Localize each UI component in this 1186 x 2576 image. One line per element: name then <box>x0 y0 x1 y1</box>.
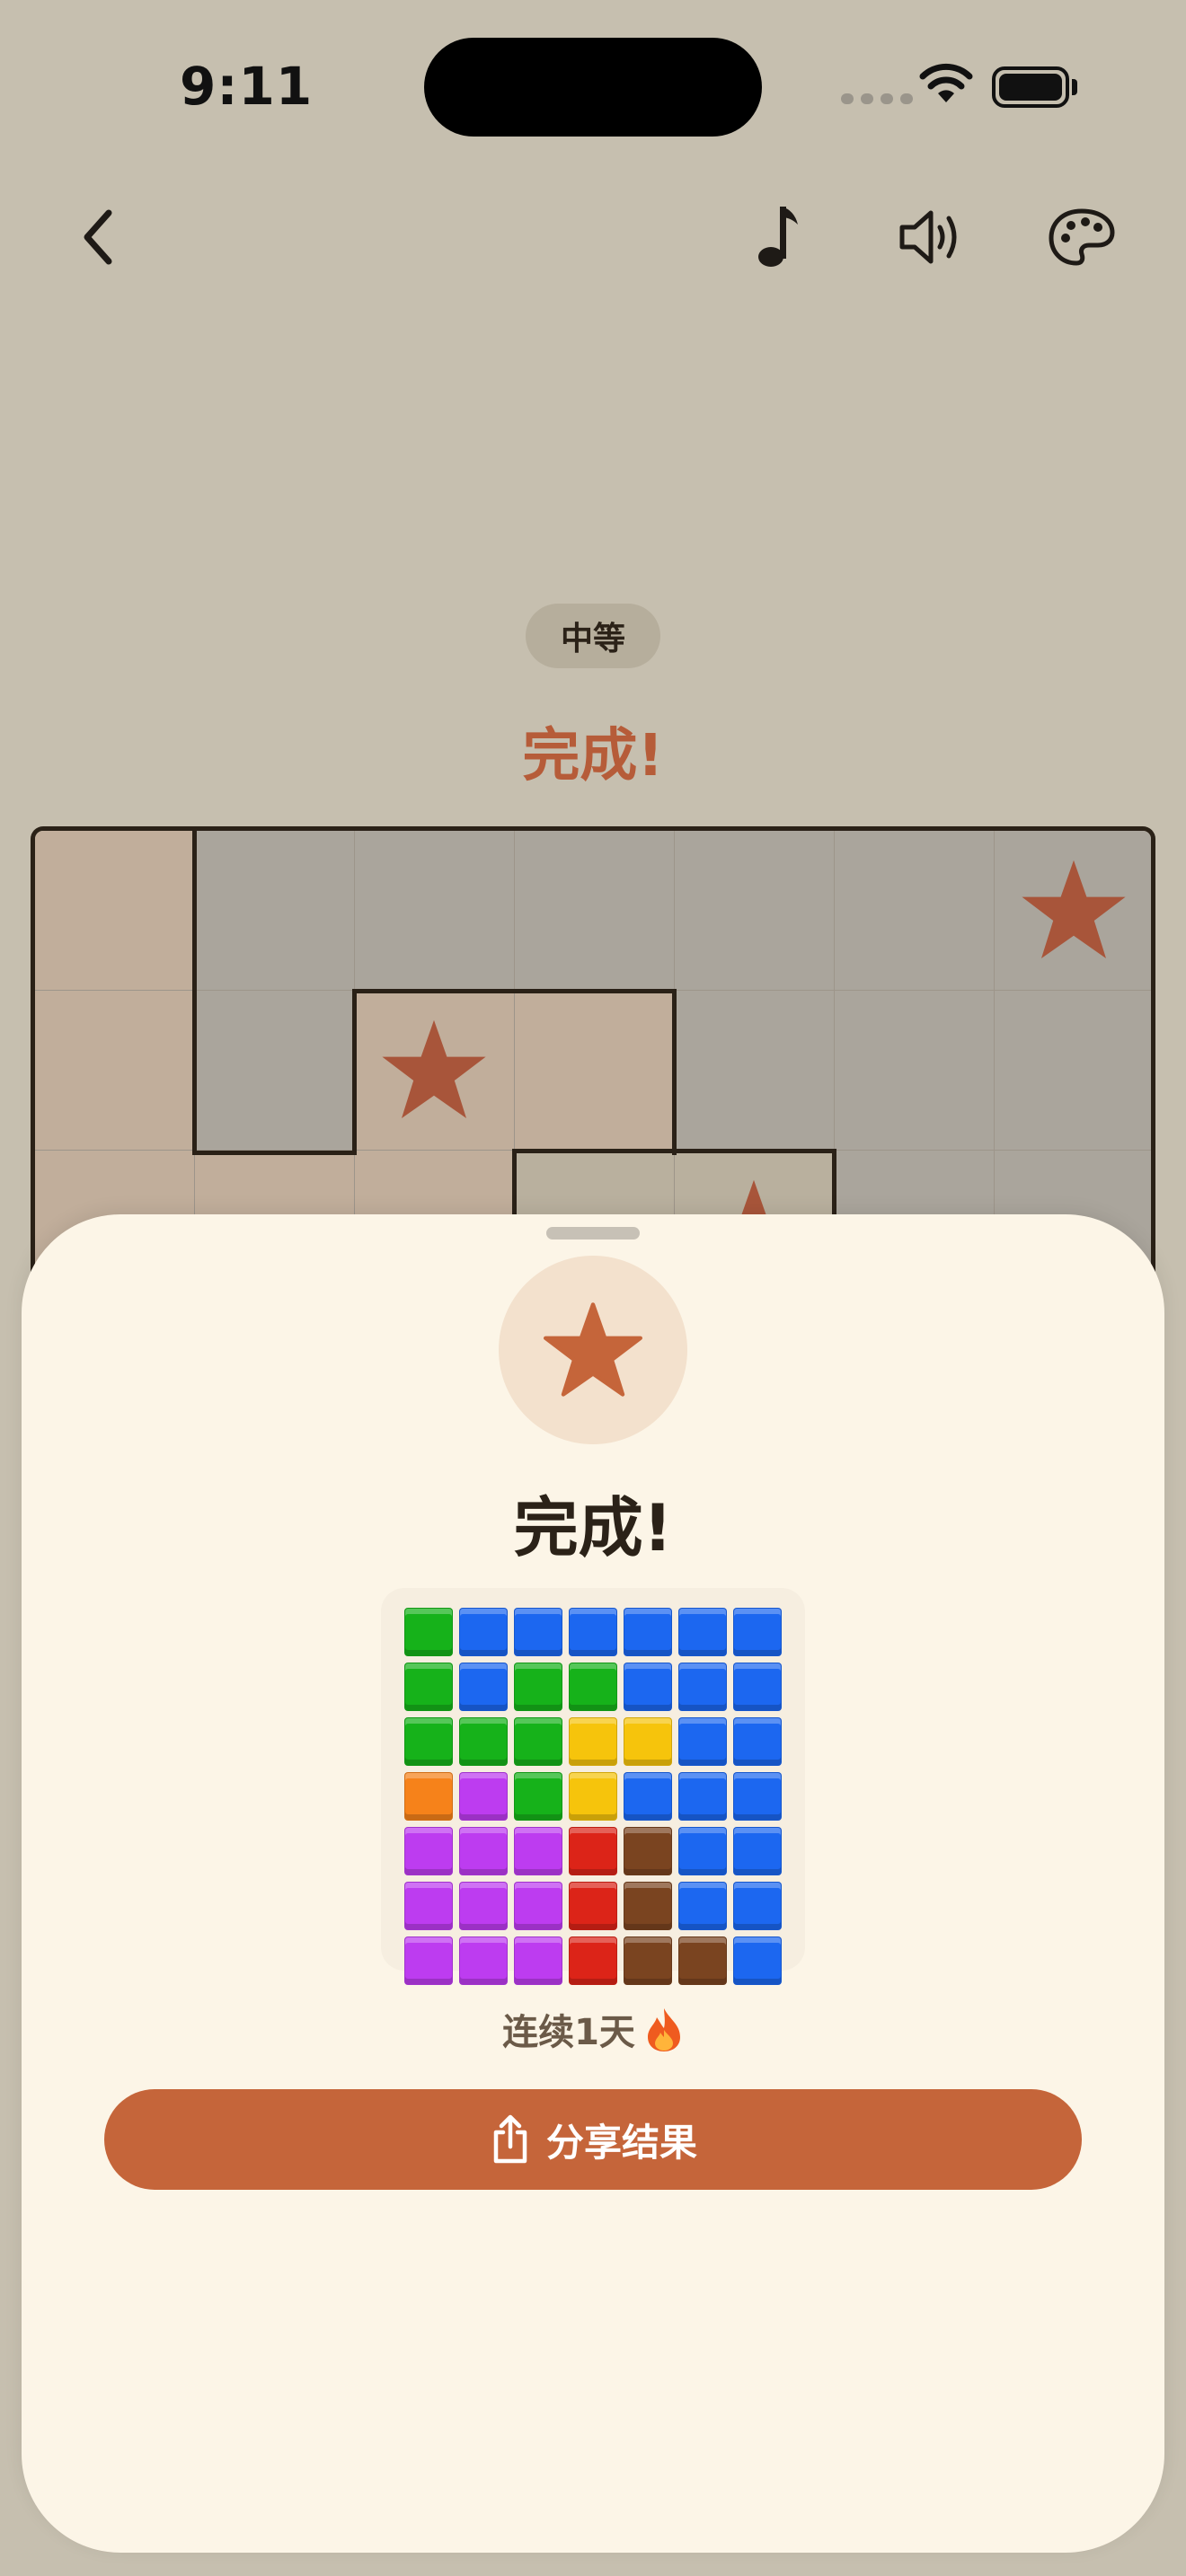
result-tile-blue <box>459 1663 508 1711</box>
board-cell[interactable] <box>995 831 1151 991</box>
star-icon <box>1022 860 1126 958</box>
result-tile-blue <box>678 1882 727 1930</box>
result-tile-purple <box>404 1882 453 1930</box>
music-button[interactable] <box>737 192 827 282</box>
dynamic-island <box>424 38 762 137</box>
sound-button[interactable] <box>886 192 976 282</box>
board-cell[interactable] <box>675 831 835 991</box>
result-tile-green <box>404 1663 453 1711</box>
result-tile-blue <box>678 1663 727 1711</box>
result-tile-green <box>514 1717 562 1766</box>
result-tile-blue <box>733 1608 782 1656</box>
result-tile-blue <box>459 1608 508 1656</box>
result-tile-blue <box>733 1663 782 1711</box>
streak-text: 连续1天 <box>502 2012 635 2053</box>
board-cell[interactable] <box>35 831 195 991</box>
result-tile-purple <box>514 1882 562 1930</box>
region-border <box>192 831 197 1155</box>
result-tile-red <box>569 1936 617 1985</box>
result-tile-blue <box>733 1882 782 1930</box>
board-cell[interactable] <box>355 991 515 1151</box>
result-tile-blue <box>678 1608 727 1656</box>
region-border <box>352 989 357 1155</box>
difficulty-badge: 中等 <box>526 604 660 668</box>
battery-icon <box>992 66 1069 108</box>
result-title: 完成! <box>513 1490 673 1566</box>
board-cell[interactable] <box>515 991 675 1151</box>
result-tile-blue <box>733 1827 782 1875</box>
result-tile-blue <box>733 1936 782 1985</box>
wifi-icon <box>918 63 974 110</box>
star-icon <box>382 1019 486 1118</box>
streak-label: 连续1天 <box>0 2003 1186 2062</box>
result-tile-yellow <box>569 1717 617 1766</box>
result-tile-blue <box>733 1717 782 1766</box>
result-tile-green <box>459 1717 508 1766</box>
result-tile-purple <box>514 1936 562 1985</box>
back-button[interactable] <box>54 192 144 282</box>
board-cell[interactable] <box>995 991 1151 1151</box>
status-time: 9:11 <box>180 56 314 117</box>
region-border <box>512 1149 836 1153</box>
share-result-button[interactable]: 分享结果 <box>104 2089 1082 2190</box>
chevron-left-icon <box>84 209 112 265</box>
result-tile-red <box>569 1827 617 1875</box>
result-tile-brown <box>678 1936 727 1985</box>
result-tile-brown <box>624 1827 672 1875</box>
region-border <box>352 989 677 993</box>
result-tile-brown <box>624 1936 672 1985</box>
region-border <box>672 989 677 1155</box>
result-tile-red <box>569 1882 617 1930</box>
result-tile-blue <box>624 1663 672 1711</box>
result-grid <box>381 1588 805 1985</box>
board-cell[interactable] <box>35 991 195 1151</box>
game-status-title: 完成! <box>522 723 664 790</box>
result-tile-blue <box>678 1772 727 1821</box>
result-tile-green <box>404 1717 453 1766</box>
result-tile-purple <box>459 1827 508 1875</box>
board-cell[interactable] <box>835 991 995 1151</box>
cellular-signal-icon <box>841 93 913 104</box>
region-border <box>192 1151 355 1155</box>
battery-tip <box>1072 79 1077 95</box>
result-tile-blue <box>678 1827 727 1875</box>
result-tile-green <box>514 1772 562 1821</box>
result-tile-blue <box>624 1608 672 1656</box>
result-tile-purple <box>459 1772 508 1821</box>
result-tile-yellow <box>569 1772 617 1821</box>
board-cell[interactable] <box>835 831 995 991</box>
music-note-icon <box>758 207 798 267</box>
result-tile-brown <box>624 1882 672 1930</box>
star-icon <box>544 1302 642 1397</box>
theme-button[interactable] <box>1037 192 1127 282</box>
sheet-grabber[interactable] <box>546 1227 640 1239</box>
star-badge <box>499 1256 687 1444</box>
result-tile-blue <box>569 1608 617 1656</box>
result-tile-blue <box>733 1772 782 1821</box>
result-tile-green <box>514 1663 562 1711</box>
result-tile-purple <box>514 1827 562 1875</box>
result-tile-orange <box>404 1772 453 1821</box>
board-cell[interactable] <box>355 831 515 991</box>
speaker-icon <box>899 210 957 264</box>
share-icon <box>493 2114 527 2164</box>
result-tile-green <box>569 1663 617 1711</box>
share-button-label: 分享结果 <box>545 2120 697 2165</box>
result-tile-yellow <box>624 1717 672 1766</box>
result-tile-blue <box>624 1772 672 1821</box>
board-cell[interactable] <box>195 991 355 1151</box>
result-tile-blue <box>514 1608 562 1656</box>
result-tile-purple <box>404 1827 453 1875</box>
result-tile-purple <box>459 1936 508 1985</box>
result-tile-purple <box>459 1882 508 1930</box>
board-cell[interactable] <box>195 831 355 991</box>
palette-icon <box>1049 208 1115 266</box>
flame-icon <box>644 2007 684 2062</box>
result-tile-green <box>404 1608 453 1656</box>
board-cell[interactable] <box>515 831 675 991</box>
board-cell[interactable] <box>675 991 835 1151</box>
result-tile-blue <box>678 1717 727 1766</box>
result-tile-purple <box>404 1936 453 1985</box>
